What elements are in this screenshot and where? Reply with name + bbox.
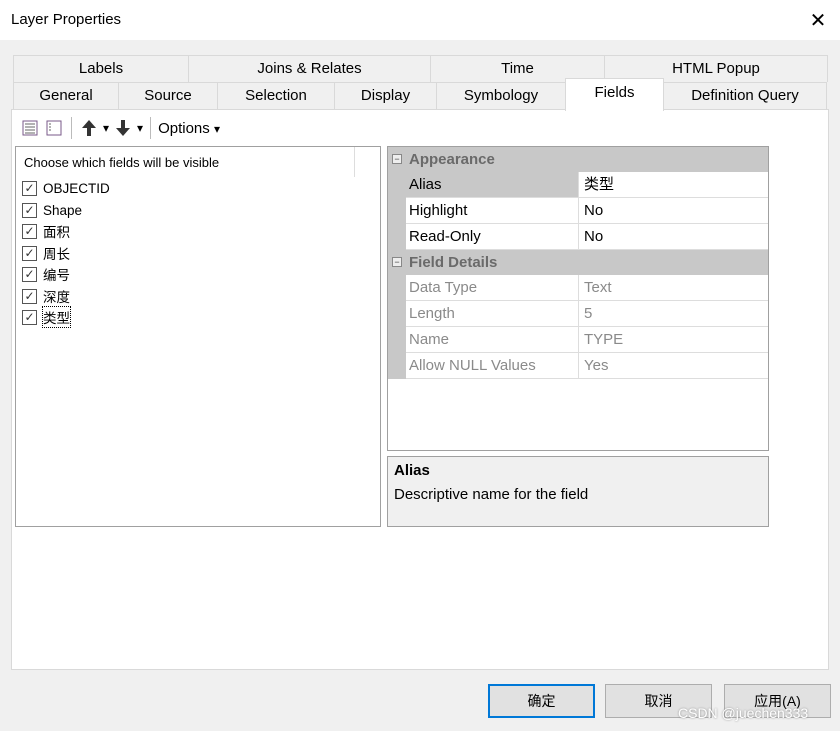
property-row-data-type: Data Type Text (388, 275, 768, 301)
toolbar-separator (71, 117, 72, 139)
tab-display[interactable]: Display (334, 82, 437, 109)
ok-button[interactable]: 确定 (488, 684, 595, 718)
field-name: 深度 (43, 290, 70, 305)
checkbox[interactable]: ✓ (22, 309, 37, 325)
property-value: 5 (584, 305, 593, 322)
property-row-length: Length 5 (388, 301, 768, 327)
property-value[interactable]: No (580, 224, 603, 249)
category-field-details[interactable]: − Field Details (388, 250, 768, 275)
tab-joins-relates[interactable]: Joins & Relates (188, 55, 431, 82)
window-title: Layer Properties (11, 11, 122, 28)
tab-source[interactable]: Source (118, 82, 218, 109)
property-row-read-only[interactable]: Read-Only No (388, 224, 768, 250)
collapse-icon[interactable]: − (392, 154, 402, 164)
property-row-allow-null: Allow NULL Values Yes (388, 353, 768, 379)
list-item[interactable]: ✓ Shape (22, 199, 82, 221)
property-value[interactable]: No (580, 198, 603, 223)
list-item[interactable]: ✓ 周长 (22, 242, 70, 264)
checkbox[interactable]: ✓ (22, 202, 37, 218)
field-name: OBJECTID (43, 180, 110, 196)
list-header: Choose which fields will be visible (24, 155, 220, 170)
list-item[interactable]: ✓ 深度 (22, 285, 70, 307)
property-label: Length (406, 301, 579, 326)
property-label: Read-Only (406, 224, 579, 249)
options-menu-button[interactable]: Options ▾ (158, 120, 220, 137)
property-value: TYPE (584, 331, 624, 348)
category-title: Appearance (409, 151, 495, 168)
property-grid: − Appearance Alias 类型 Highlight No Read-Onl… (387, 146, 769, 451)
options-label: Options (158, 119, 210, 137)
field-name: 编号 (43, 268, 70, 283)
tab-labels[interactable]: Labels (13, 55, 189, 82)
property-label: Highlight (406, 198, 579, 223)
tab-selection[interactable]: Selection (217, 82, 335, 109)
field-visibility-list: Choose which fields will be visible ✓ OBJ… (15, 146, 381, 527)
property-value: Text (584, 279, 612, 296)
header-divider (354, 147, 355, 177)
collapse-icon[interactable]: − (392, 257, 402, 267)
list-item-selected[interactable]: ✓ 类型 (22, 306, 71, 328)
move-up-dropdown[interactable]: ▾ (103, 121, 109, 135)
property-description: Alias Descriptive name for the field (387, 456, 769, 527)
description-text: Descriptive name for the field (394, 486, 589, 503)
checkbox[interactable]: ✓ (22, 288, 37, 304)
description-title: Alias (394, 462, 430, 479)
toolbar-separator (150, 117, 152, 139)
property-value: Yes (584, 357, 609, 374)
field-name: 面积 (43, 225, 70, 240)
tab-fields[interactable]: Fields (565, 78, 664, 111)
checkbox[interactable]: ✓ (22, 266, 37, 282)
field-name: 类型 (42, 306, 71, 328)
category-title: Field Details (409, 254, 498, 271)
turn-all-fields-off-icon[interactable] (44, 118, 64, 138)
list-item[interactable]: ✓ 编号 (22, 263, 70, 285)
property-row-name: Name TYPE (388, 327, 768, 353)
property-label: Data Type (406, 275, 579, 300)
checkbox[interactable]: ✓ (22, 180, 37, 196)
turn-all-fields-on-icon[interactable] (20, 118, 40, 138)
list-item[interactable]: ✓ OBJECTID (22, 177, 110, 199)
property-label: Allow NULL Values (406, 353, 579, 378)
move-down-icon[interactable] (113, 118, 133, 138)
list-item[interactable]: ✓ 面积 (22, 220, 70, 242)
title-bar (0, 0, 840, 40)
tab-symbology[interactable]: Symbology (436, 82, 566, 109)
tab-definition-query[interactable]: Definition Query (663, 82, 827, 109)
property-row-alias[interactable]: Alias 类型 (388, 172, 768, 198)
watermark: CSDN @juechen333 (678, 705, 809, 721)
field-name: 周长 (43, 247, 70, 262)
field-name: Shape (43, 202, 83, 218)
checkbox[interactable]: ✓ (22, 223, 37, 239)
chevron-down-icon: ▾ (213, 121, 220, 136)
property-row-highlight[interactable]: Highlight No (388, 198, 768, 224)
toolbar: ▾ ▾ Options ▾ (20, 116, 220, 140)
move-up-icon[interactable] (79, 118, 99, 138)
property-label: Name (406, 327, 579, 352)
category-appearance[interactable]: − Appearance (388, 147, 768, 172)
move-down-dropdown[interactable]: ▾ (137, 121, 143, 135)
property-label: Alias (406, 172, 579, 197)
tab-general[interactable]: General (13, 82, 119, 109)
close-button[interactable]: ✕ (806, 8, 830, 33)
checkbox[interactable]: ✓ (22, 245, 37, 261)
property-value[interactable]: 类型 (580, 172, 614, 197)
